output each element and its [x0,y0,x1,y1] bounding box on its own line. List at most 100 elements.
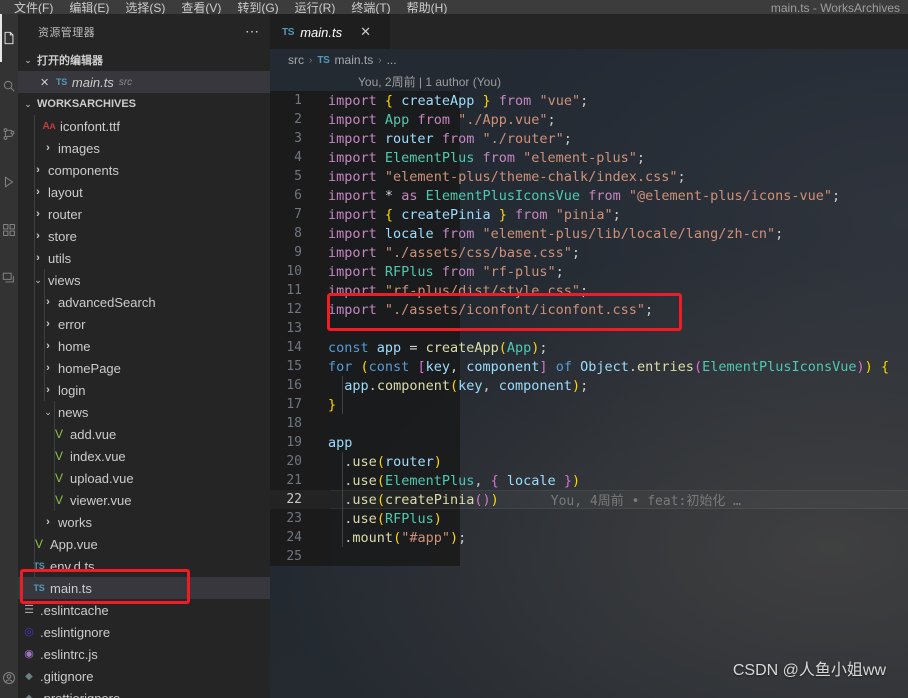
tree-item-main-ts[interactable]: TS main.ts [18,577,270,599]
breadcrumb-file[interactable]: main.ts [335,53,374,67]
code-line-25[interactable]: 25 [270,547,908,566]
menu-edit[interactable]: 编辑(E) [61,2,117,14]
line-number: 22 [286,492,302,507]
code-line-20[interactable]: 20 .use(router) [270,452,908,471]
code-line-21[interactable]: 21 .use(ElementPlus, { locale }) [270,471,908,490]
search-icon[interactable] [0,62,18,110]
line-number: 11 [286,283,302,298]
code-line-1[interactable]: 1 import { createApp } from "vue"; [270,91,908,110]
file-blame-annotation: You, 2周前 | 1 author (You) [358,74,501,89]
tree-item-views[interactable]: ⌄ views [18,269,270,291]
code-text: .mount("#app"); [344,529,467,546]
menu-view[interactable]: 查看(V) [173,2,229,14]
open-editors-section-header[interactable]: ⌄ 打开的编辑器 [18,49,270,71]
menu-terminal[interactable]: 终端(T) [343,2,398,14]
close-icon[interactable]: ✕ [360,24,371,40]
code-text: const app = createApp(App); [328,339,548,356]
tree-item-error[interactable]: › error [18,313,270,335]
menu-help[interactable]: 帮助(H) [399,2,456,14]
explorer-icon[interactable] [0,14,18,62]
tree-item-env-d-ts[interactable]: TS env.d.ts [18,555,270,577]
code-line-13[interactable]: 13 [270,319,908,338]
tree-item-utils[interactable]: › utils [18,247,270,269]
code-line-24[interactable]: 24 .mount("#app"); [270,528,908,547]
tree-item-home[interactable]: › home [18,335,270,357]
code-text: import * as ElementPlusIconsVue from "@e… [328,187,841,204]
menu-selection[interactable]: 选择(S) [117,2,173,14]
tree-item-login[interactable]: › login [18,379,270,401]
open-editor-path: src [118,76,133,88]
inline-blame-annotation: You, 4周前 • feat:初始化 … [550,494,742,509]
tree-item-prettierignore[interactable]: ◆ .prettierignore [18,687,270,698]
tree-item-gitignore[interactable]: ◆ .gitignore [18,665,270,687]
tree-item-homepage[interactable]: › homePage [18,357,270,379]
tree-item-iconfont-ttf[interactable]: Aᴀ iconfont.ttf [18,115,270,137]
code-line-8[interactable]: 8 import locale from "element-plus/lib/lo… [270,224,908,243]
tab-main-ts[interactable]: TS main.ts ✕ [270,14,390,49]
menu-go[interactable]: 转到(G) [229,2,286,14]
code-line-5[interactable]: 5 import "element-plus/theme-chalk/index.… [270,167,908,186]
code-line-14[interactable]: 14 const app = createApp(App); [270,338,908,357]
tree-item-store[interactable]: › store [18,225,270,247]
run-debug-icon[interactable] [0,158,18,206]
close-icon[interactable]: ✕ [40,76,51,89]
code-line-3[interactable]: 3 import router from "./router"; [270,129,908,148]
code-line-19[interactable]: 19 app [270,433,908,452]
tree-item-news[interactable]: ⌄ news [18,401,270,423]
tree-item-add-vue[interactable]: Vadd.vue [18,423,270,445]
code-line-15[interactable]: 15 for (const [key, component] of Object.… [270,357,908,376]
editor-tab-bar: TS main.ts ✕ [270,14,908,49]
code-indent-guide [342,509,343,528]
open-editors-label: 打开的编辑器 [37,55,103,67]
code-text: .use(createPinia()) [344,491,499,508]
breadcrumb-src[interactable]: src [288,53,304,67]
code-line-4[interactable]: 4 import ElementPlus from "element-plus"; [270,148,908,167]
tree-item-upload-vue[interactable]: Vupload.vue [18,467,270,489]
workspace-section-header[interactable]: ⌄ WORKSARCHIVES [18,93,270,115]
code-area[interactable]: 1 import { createApp } from "vue"; 2 import… [270,91,908,566]
code-line-6[interactable]: 6 import * as ElementPlusIconsVue from "@… [270,186,908,205]
menu-run[interactable]: 运行(R) [287,2,344,14]
code-line-2[interactable]: 2 import App from "./App.vue"; [270,110,908,129]
line-number: 19 [286,435,302,450]
tree-item-eslintignore[interactable]: ◎ .eslintignore [18,621,270,643]
tree-item-viewer-vue[interactable]: Vviewer.vue [18,489,270,511]
tree-item-router[interactable]: › router [18,203,270,225]
remote-explorer-icon[interactable] [0,254,18,302]
code-indent-guide [342,471,343,490]
tree-item-images[interactable]: › images [18,137,270,159]
code-line-17[interactable]: 17} [270,395,908,414]
code-line-11[interactable]: 11 import "rf-plus/dist/style.css"; [270,281,908,300]
account-icon[interactable] [0,658,18,698]
line-number: 3 [294,131,302,146]
source-control-icon[interactable] [0,110,18,158]
file-tree: Aᴀ iconfont.ttf › images › components › layout ›… [18,115,270,698]
code-line-23[interactable]: 23 .use(RFPlus) [270,509,908,528]
line-number: 15 [286,359,302,374]
code-line-16[interactable]: 16 app.component(key, component); [270,376,908,395]
extensions-icon[interactable] [0,206,18,254]
tree-item-layout[interactable]: › layout [18,181,270,203]
indent-guide [44,269,45,401]
tree-item-works[interactable]: › works [18,511,270,533]
code-line-12[interactable]: 12 import "./assets/iconfont/iconfont.css… [270,300,908,319]
code-line-9[interactable]: 9 import "./assets/css/base.css"; [270,243,908,262]
breadcrumb-symbols[interactable]: ... [387,53,397,67]
menu-file[interactable]: 文件(F) [6,2,61,14]
code-line-10[interactable]: 10 import RFPlus from "rf-plus"; [270,262,908,281]
open-editor-item-main-ts[interactable]: ✕ TS main.ts src [18,71,270,93]
tree-item-app-vue[interactable]: V App.vue [18,533,270,555]
chevron-down-icon: ⌄ [44,406,52,417]
eslintrc-file-icon: ◉ [24,647,34,660]
more-actions-icon[interactable]: ⋯ [245,23,260,40]
code-line-18[interactable]: 18 [270,414,908,433]
ts-file-icon: TS [317,54,330,66]
tree-item-eslintrc-js[interactable]: ◉ .eslintrc.js [18,643,270,665]
tree-item-advancedsearch[interactable]: › advancedSearch [18,291,270,313]
tree-item-eslintcache[interactable]: ☰ .eslintcache [18,599,270,621]
tree-item-components[interactable]: › components [18,159,270,181]
code-line-7[interactable]: 7 import { createPinia } from "pinia"; [270,205,908,224]
tree-item-index-vue[interactable]: Vindex.vue [18,445,270,467]
code-line-22[interactable]: 22 .use(createPinia()) You, 4周前 • feat:初始… [270,490,908,509]
tree-item-label: add.vue [70,426,117,442]
